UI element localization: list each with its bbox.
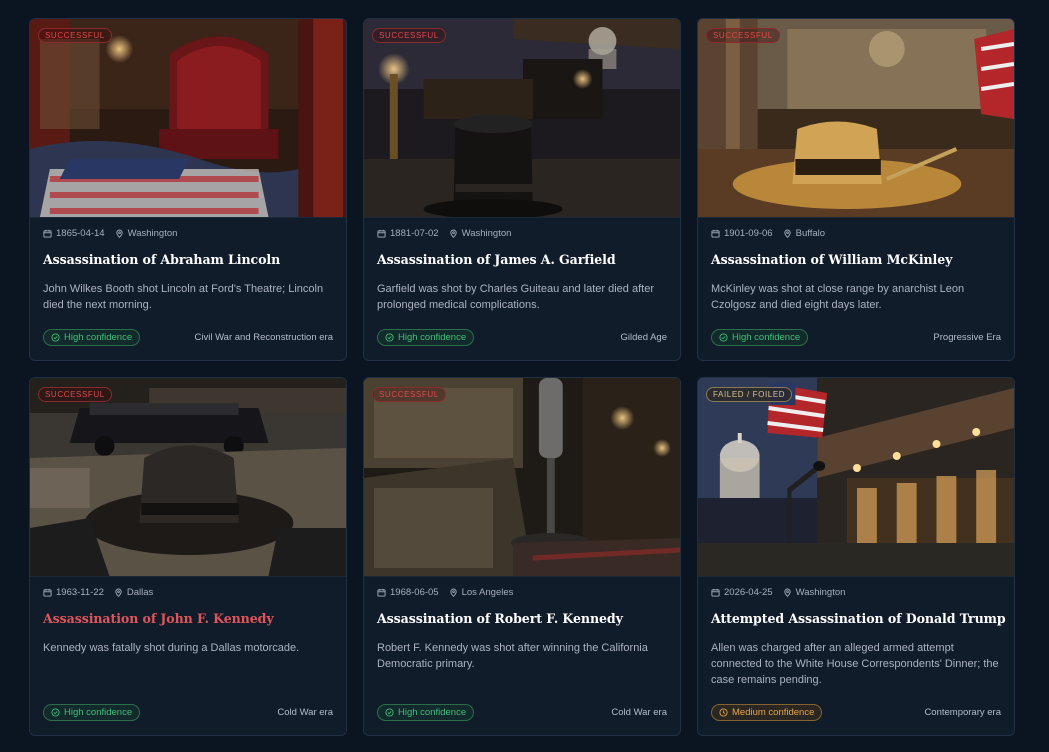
status-badge: SUCCESSFUL	[38, 387, 112, 402]
confidence-badge: High confidence	[377, 704, 475, 721]
card-image-straw-hat-exposition: SUCCESSFUL	[698, 19, 1014, 218]
event-description: Garfield was shot by Charles Guiteau and…	[377, 283, 654, 311]
event-date: 1963-11-22	[56, 587, 104, 598]
event-meta: 1968-06-05 Los Angeles	[377, 587, 513, 598]
era-label: Contemporary era	[924, 707, 1001, 718]
event-title[interactable]: Assassination of John F. Kennedy	[43, 611, 338, 626]
era-label: Cold War era	[277, 707, 333, 718]
event-title[interactable]: Assassination of Robert F. Kennedy	[377, 611, 672, 626]
event-location: Dallas	[126, 587, 154, 598]
era-label: Cold War era	[611, 707, 667, 718]
check-circle-icon	[51, 333, 60, 342]
event-card-lincoln[interactable]: SUCCESSFUL 1865-04-14 Washington Assassi…	[29, 18, 347, 361]
event-date: 1968-06-05	[390, 587, 439, 598]
event-description: McKinley was shot at close range by anar…	[711, 283, 965, 311]
event-title[interactable]: Assassination of William McKinley	[711, 252, 1006, 267]
check-circle-icon	[719, 333, 728, 342]
events-grid: SUCCESSFUL 1865-04-14 Washington Assassi…	[29, 18, 1015, 736]
event-title[interactable]: Attempted Assassination of Donald Trump	[711, 611, 1006, 626]
era-label: Gilded Age	[620, 332, 667, 343]
card-footer: High confidence Cold War era	[43, 704, 333, 721]
confidence-label: High confidence	[398, 707, 467, 718]
event-meta: 2026-04-25 Washington	[711, 587, 845, 598]
clock-icon	[719, 708, 728, 717]
map-pin-icon	[114, 588, 123, 597]
event-meta: 1963-11-22 Dallas	[43, 587, 153, 598]
event-description: Robert F. Kennedy was shot after winning…	[377, 642, 648, 670]
event-card-mckinley[interactable]: SUCCESSFUL 1901-09-06 Buffalo Assassinat…	[697, 18, 1015, 361]
event-meta: 1901-09-06 Buffalo	[711, 228, 825, 239]
map-pin-icon	[115, 229, 124, 238]
calendar-icon	[43, 588, 52, 597]
check-circle-icon	[385, 708, 394, 717]
card-footer: High confidence Cold War era	[377, 704, 667, 721]
card-image-theatre-chair: SUCCESSFUL	[30, 19, 346, 218]
event-date: 1901-09-06	[724, 228, 773, 239]
event-date: 2026-04-25	[724, 587, 773, 598]
confidence-badge: Medium confidence	[711, 704, 823, 721]
card-footer: High confidence Civil War and Reconstruc…	[43, 329, 333, 346]
event-meta: 1865-04-14 Washington	[43, 228, 177, 239]
card-body: 1968-06-05 Los Angeles Assassination of …	[364, 576, 680, 735]
event-title[interactable]: Assassination of Abraham Lincoln	[43, 252, 338, 267]
calendar-icon	[711, 588, 720, 597]
card-image-top-hat-station: SUCCESSFUL	[364, 19, 680, 218]
event-card-garfield[interactable]: SUCCESSFUL 1881-07-02 Washington Assassi…	[363, 18, 681, 361]
calendar-icon	[711, 229, 720, 238]
confidence-badge: High confidence	[377, 329, 475, 346]
event-date: 1881-07-02	[390, 228, 439, 239]
event-card-trump[interactable]: FAILED / FOILED 2026-04-25 Washington At…	[697, 377, 1015, 736]
status-badge: SUCCESSFUL	[372, 28, 446, 43]
card-body: 1901-09-06 Buffalo Assassination of Will…	[698, 217, 1014, 360]
check-circle-icon	[385, 333, 394, 342]
event-card-jfk[interactable]: SUCCESSFUL 1963-11-22 Dallas Assassinati…	[29, 377, 347, 736]
check-circle-icon	[51, 708, 60, 717]
event-location: Los Angeles	[461, 587, 514, 598]
status-badge: FAILED / FOILED	[706, 387, 793, 402]
event-description: Allen was charged after an alleged armed…	[711, 642, 999, 686]
card-body: 1881-07-02 Washington Assassination of J…	[364, 217, 680, 360]
confidence-label: Medium confidence	[732, 707, 815, 718]
card-image-capitol-hotel: FAILED / FOILED	[698, 378, 1014, 577]
status-badge: SUCCESSFUL	[372, 387, 446, 402]
event-location: Washington	[795, 587, 846, 598]
event-meta: 1881-07-02 Washington	[377, 228, 511, 239]
card-body: 1963-11-22 Dallas Assassination of John …	[30, 576, 346, 735]
confidence-badge: High confidence	[43, 329, 141, 346]
card-body: 1865-04-14 Washington Assassination of A…	[30, 217, 346, 360]
map-pin-icon	[449, 588, 458, 597]
card-image-microphone-photos: SUCCESSFUL	[364, 378, 680, 577]
confidence-label: High confidence	[398, 332, 467, 343]
map-pin-icon	[449, 229, 458, 238]
event-location: Washington	[127, 228, 178, 239]
card-footer: High confidence Progressive Era	[711, 329, 1001, 346]
event-description: Kennedy was fatally shot during a Dallas…	[43, 642, 300, 654]
card-footer: Medium confidence Contemporary era	[711, 704, 1001, 721]
event-card-rfk[interactable]: SUCCESSFUL 1968-06-05 Los Angeles Assass…	[363, 377, 681, 736]
map-pin-icon	[783, 229, 792, 238]
era-label: Civil War and Reconstruction era	[194, 332, 333, 343]
event-location: Buffalo	[795, 228, 826, 239]
card-body: 2026-04-25 Washington Attempted Assassin…	[698, 576, 1014, 735]
calendar-icon	[377, 588, 386, 597]
confidence-badge: High confidence	[43, 704, 141, 721]
confidence-label: High confidence	[64, 332, 133, 343]
confidence-badge: High confidence	[711, 329, 809, 346]
status-badge: SUCCESSFUL	[706, 28, 780, 43]
calendar-icon	[43, 229, 52, 238]
card-image-fedora-motorcade: SUCCESSFUL	[30, 378, 346, 577]
event-location: Washington	[461, 228, 512, 239]
era-label: Progressive Era	[933, 332, 1001, 343]
event-description: John Wilkes Booth shot Lincoln at Ford's…	[43, 283, 324, 311]
confidence-label: High confidence	[64, 707, 133, 718]
status-badge: SUCCESSFUL	[38, 28, 112, 43]
event-date: 1865-04-14	[56, 228, 105, 239]
calendar-icon	[377, 229, 386, 238]
card-footer: High confidence Gilded Age	[377, 329, 667, 346]
confidence-label: High confidence	[732, 332, 801, 343]
map-pin-icon	[783, 588, 792, 597]
event-title[interactable]: Assassination of James A. Garfield	[377, 252, 672, 267]
